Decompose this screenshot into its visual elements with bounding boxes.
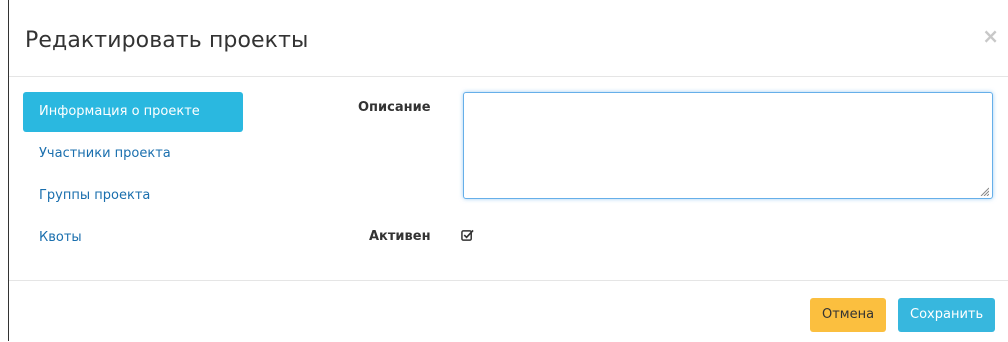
resize-grip-icon[interactable] [979, 186, 989, 196]
nav-item-quotas[interactable]: Квоты [23, 218, 243, 258]
nav-item-project-info[interactable]: Информация о проекте [23, 92, 243, 132]
description-textarea[interactable] [463, 92, 993, 199]
workflow-nav: Информация о проекте Участники проекта Г… [23, 92, 243, 260]
dialog-title: Редактировать проекты [25, 28, 309, 53]
dialog-footer: Отмена Сохранить [9, 280, 1008, 342]
close-icon[interactable]: × [982, 26, 999, 46]
cancel-button[interactable]: Отмена [810, 298, 887, 332]
description-label: Описание [358, 100, 431, 115]
dialog-header: Редактировать проекты × [9, 0, 1008, 77]
edit-project-dialog: Редактировать проекты × Информация о про… [8, 0, 1008, 341]
nav-item-project-groups[interactable]: Группы проекта [23, 176, 243, 216]
active-checkbox-icon[interactable] [461, 229, 474, 242]
nav-item-project-members[interactable]: Участники проекта [23, 134, 243, 174]
save-button[interactable]: Сохранить [898, 298, 996, 332]
active-label: Активен [369, 229, 431, 244]
